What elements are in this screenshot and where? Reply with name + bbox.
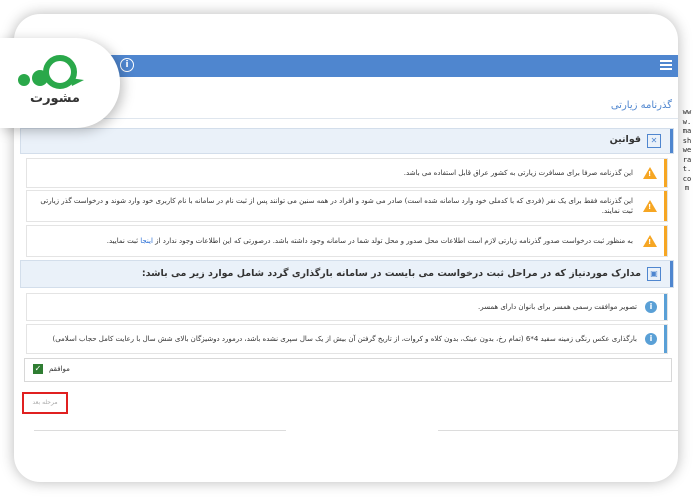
next-step-label: مرحله بعد (32, 399, 58, 406)
rules-section-title: قوانین (609, 134, 641, 145)
rules-section-header: ✕ قوانین (20, 128, 674, 154)
watermark-url: www.mashwerat.com (682, 108, 692, 192)
document-text: تصویر موافقت رسمی همسر برای بانوان دارای… (478, 303, 637, 311)
agree-checkbox-row[interactable]: ✓ موافقم (24, 358, 672, 382)
note-accent-bar (664, 294, 667, 320)
agree-checkbox[interactable]: ✓ (33, 364, 43, 374)
register-here-link[interactable]: اینجا (140, 237, 153, 245)
documents-icon: ▣ (647, 267, 661, 281)
warning-text: به منظور ثبت درخواست صدور گذرنامه زیارتی… (39, 236, 633, 246)
top-navbar: i (108, 55, 678, 77)
warning-text: این گذرنامه صرفا برای مسافرت زیارتی به ک… (403, 169, 633, 177)
document-text: بارگذاری عکس رنگی زمینه سفید 4*6 (تمام ر… (52, 335, 637, 343)
document-item: i تصویر موافقت رسمی همسر برای بانوان دار… (26, 293, 668, 321)
section-accent-bar (670, 261, 673, 287)
divider (34, 430, 286, 431)
info-icon: i (645, 301, 657, 313)
warning-icon: ! (643, 167, 657, 179)
hamburger-menu-icon[interactable] (660, 60, 672, 72)
divider (22, 118, 678, 119)
warning-text-part: ثبت نمایید. (106, 237, 139, 245)
documents-section-header: ▣ مدارک موردنیاز که در مراحل ثبت درخواست… (20, 260, 674, 288)
documents-section-title: مدارک موردنیاز که در مراحل ثبت درخواست م… (141, 268, 641, 279)
page-title: گذرنامه زیارتی (610, 100, 672, 111)
warning-accent-bar (664, 226, 667, 256)
logo-text: مشورت (30, 91, 80, 106)
logo-icon (18, 55, 84, 89)
agree-label: موافقم (49, 365, 70, 373)
warning-icon: ! (643, 235, 657, 247)
warning-item: ! این گذرنامه صرفا برای مسافرت زیارتی به… (26, 158, 668, 188)
rules-icon: ✕ (647, 134, 661, 148)
warning-item: ! به منظور ثبت درخواست صدور گذرنامه زیار… (26, 225, 668, 257)
document-item: i بارگذاری عکس رنگی زمینه سفید 4*6 (تمام… (26, 324, 668, 354)
warning-text: این گذرنامه فقط برای یک نفر (فردی که با … (40, 197, 633, 215)
section-accent-bar (670, 129, 673, 153)
next-step-button[interactable]: مرحله بعد (22, 392, 68, 414)
warning-text-part: به منظور ثبت درخواست صدور گذرنامه زیارتی… (155, 237, 633, 245)
warning-accent-bar (664, 191, 667, 221)
warning-item: ! این گذرنامه فقط برای یک نفر (فردی که ب… (26, 190, 668, 222)
info-icon[interactable]: i (120, 58, 134, 72)
warning-icon: ! (643, 200, 657, 212)
info-icon: i (645, 333, 657, 345)
logo-card: مشورت (0, 38, 120, 128)
note-accent-bar (664, 325, 667, 353)
divider (438, 430, 678, 431)
warning-accent-bar (664, 159, 667, 187)
